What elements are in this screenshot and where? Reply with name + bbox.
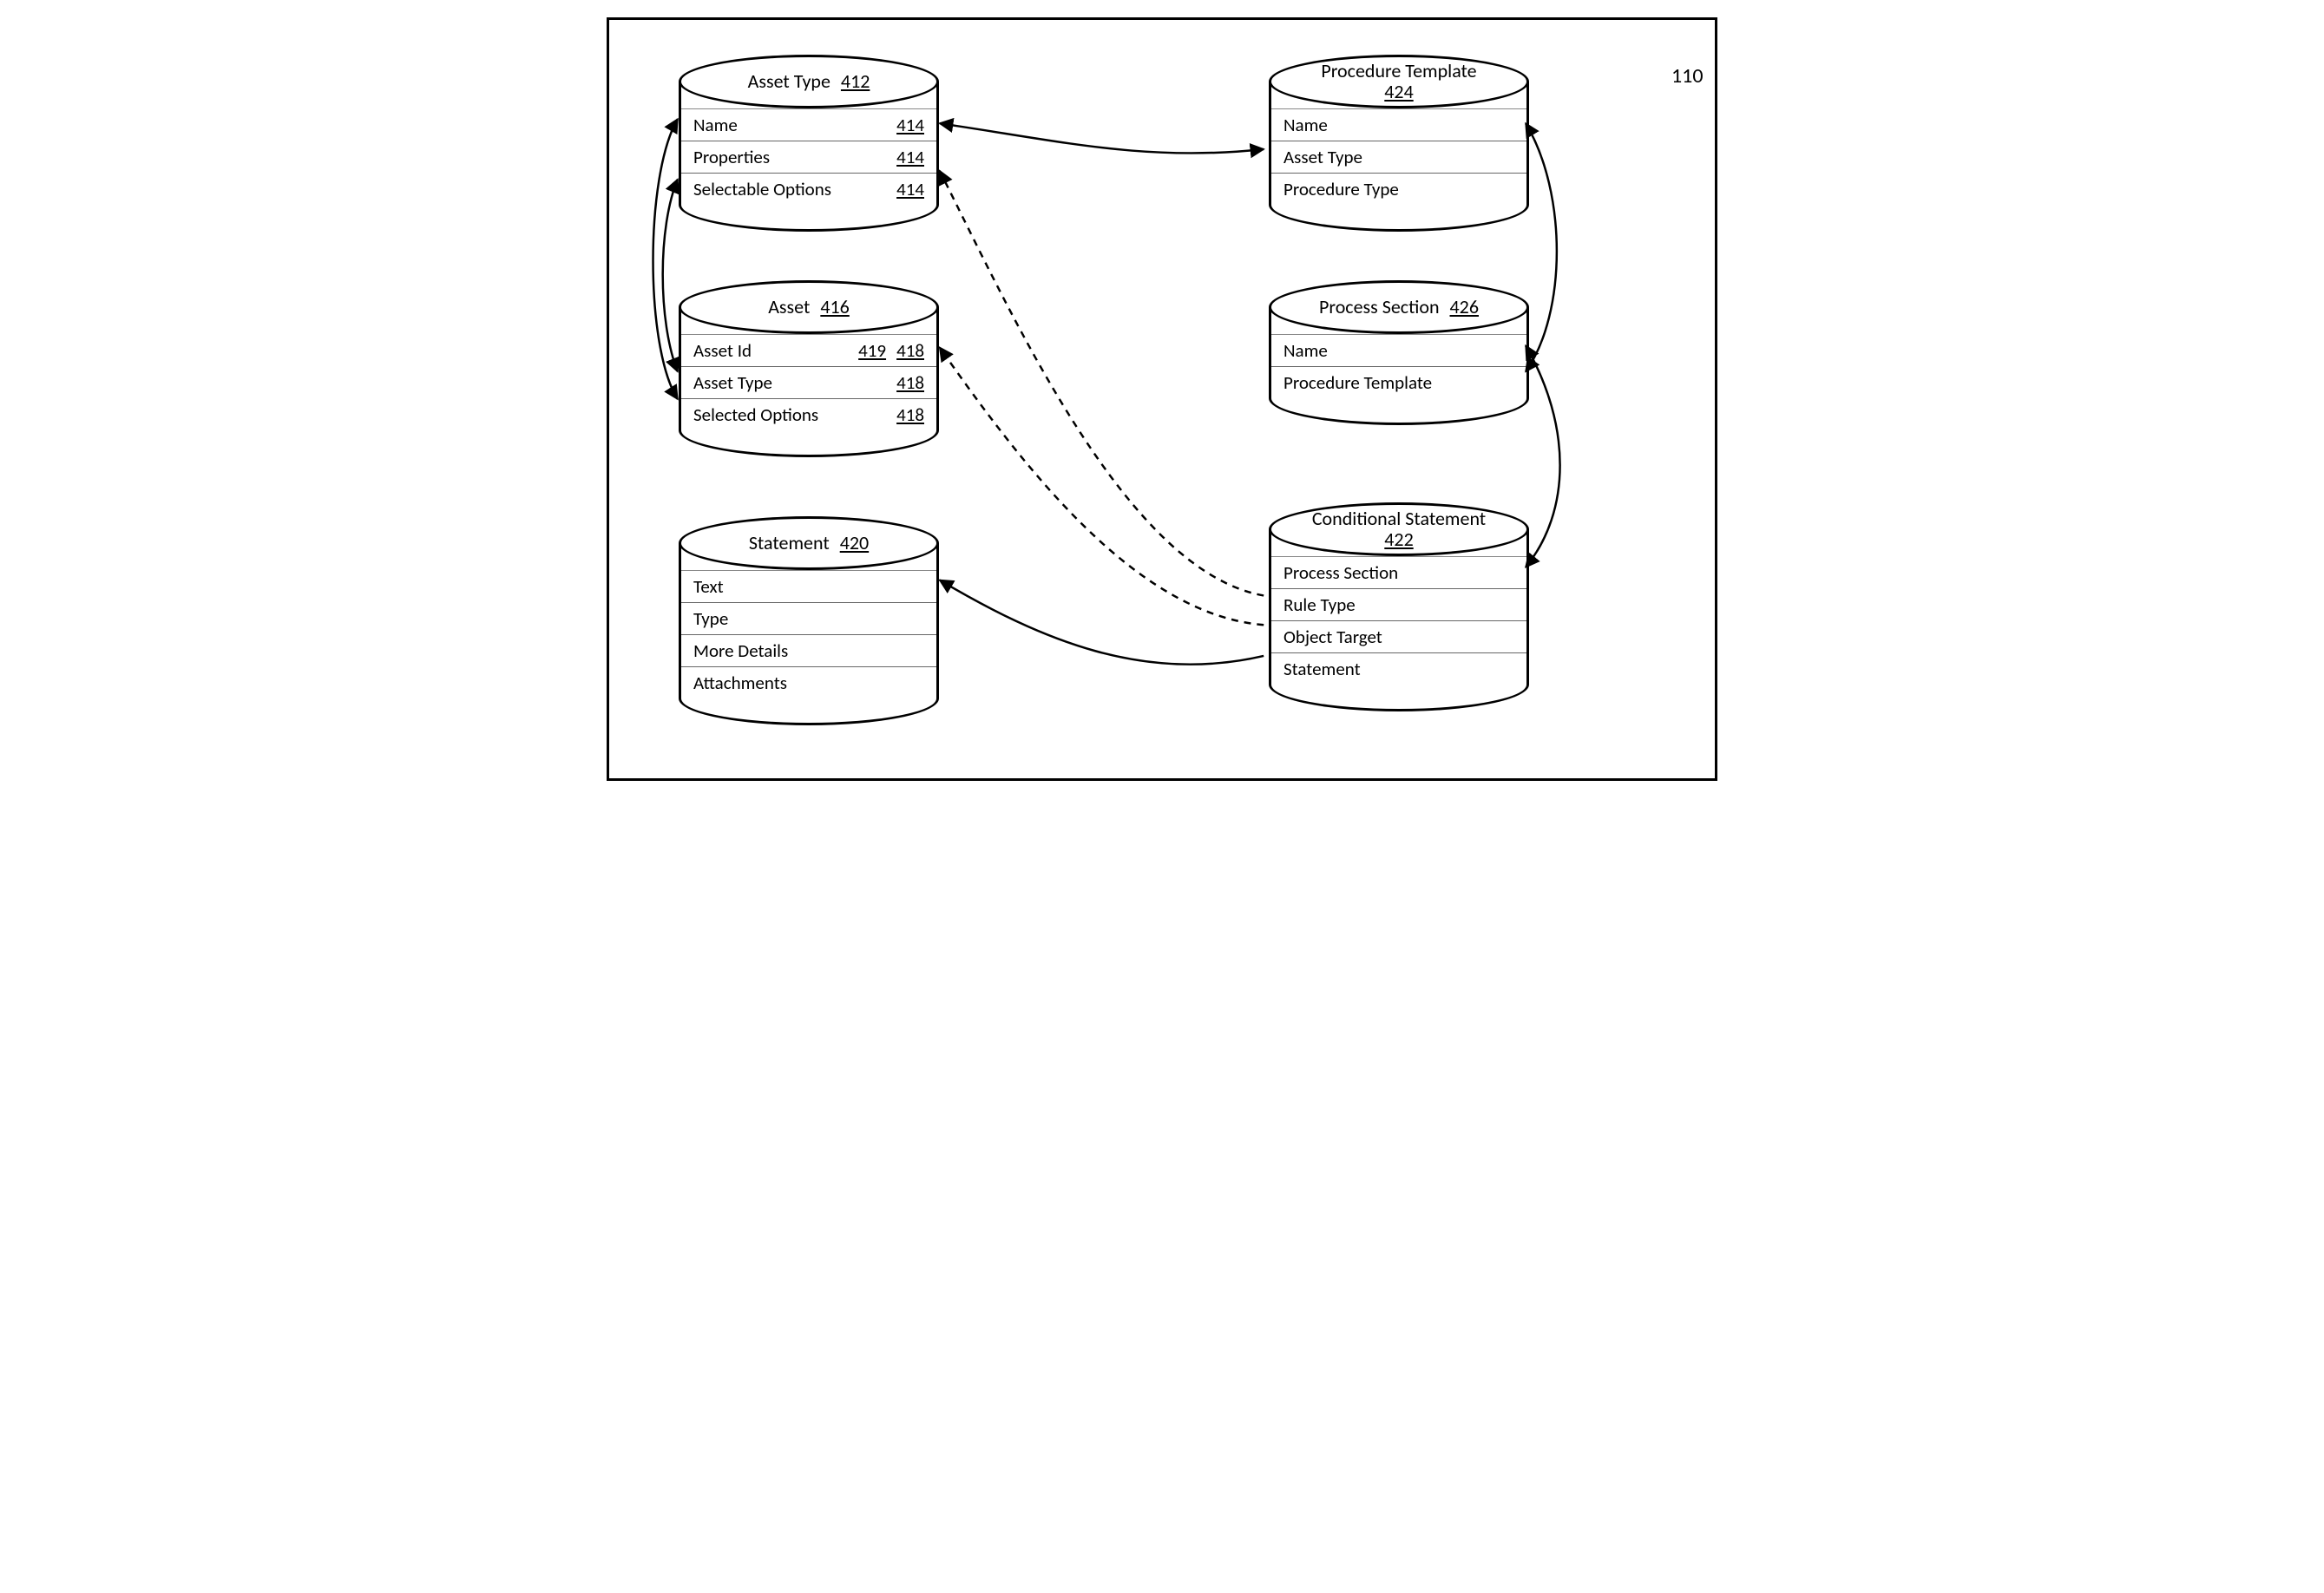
row-ref: 414 xyxy=(896,146,924,168)
entity-title: Conditional Statement xyxy=(1312,508,1486,529)
entity-ref: 422 xyxy=(1384,529,1413,550)
row-ref: 414 xyxy=(896,178,924,200)
entity-statement: Statement 420 Text Type More Details Att… xyxy=(679,516,939,725)
row-label: Asset Type xyxy=(693,371,886,394)
entity-title: Asset Type xyxy=(748,71,830,92)
connector-procsection-condstmt xyxy=(1526,345,1559,567)
row-label: Procedure Type xyxy=(1283,178,1514,200)
row-label: Selected Options xyxy=(693,403,886,426)
connector-assettype-asset-1 xyxy=(653,119,678,399)
connector-proctemplate-procsection xyxy=(1526,123,1557,371)
entity-row: More Details xyxy=(681,634,936,666)
entity-row: Name 414 xyxy=(681,108,936,141)
row-label: Attachments xyxy=(693,672,924,694)
entity-procedure-template: Procedure Template 424 Name Asset Type P… xyxy=(1269,55,1529,232)
entity-row: Asset Type 418 xyxy=(681,366,936,398)
entity-row: Selected Options 418 xyxy=(681,398,936,430)
entity-row: Attachments xyxy=(681,666,936,698)
entity-conditional-statement: Conditional Statement 422 Process Sectio… xyxy=(1269,502,1529,711)
entity-row: Statement xyxy=(1271,652,1526,685)
entity-ref: 424 xyxy=(1384,82,1413,102)
row-ref: 419 xyxy=(858,339,886,362)
row-label: Selectable Options xyxy=(693,178,886,200)
row-label: Statement xyxy=(1283,658,1514,680)
entity-header: Asset 416 xyxy=(679,280,939,334)
row-ref: 418 xyxy=(896,339,924,362)
row-label: Asset Id xyxy=(693,339,848,362)
row-label: Name xyxy=(693,114,886,136)
entity-header: Procedure Template 424 xyxy=(1269,55,1529,108)
entity-header: Conditional Statement 422 xyxy=(1269,502,1529,556)
row-label: Process Section xyxy=(1283,561,1514,584)
row-ref: 418 xyxy=(896,371,924,394)
row-label: Name xyxy=(1283,339,1514,362)
entity-ref: 426 xyxy=(1450,297,1479,318)
entity-row: Type xyxy=(681,602,936,634)
entity-row: Name xyxy=(1271,108,1526,141)
connector-assettype-proctemplate xyxy=(940,123,1264,153)
connector-condstmt-assettype-dashed xyxy=(940,171,1264,596)
row-label: Object Target xyxy=(1283,626,1514,648)
entity-ref: 412 xyxy=(841,71,870,92)
row-label: Text xyxy=(693,575,924,598)
connector-assettype-asset-2 xyxy=(663,180,678,371)
entity-title: Statement xyxy=(749,533,830,554)
row-label: Rule Type xyxy=(1283,593,1514,616)
row-label: Name xyxy=(1283,114,1514,136)
entity-asset-type: Asset Type 412 Name 414 Properties 414 S… xyxy=(679,55,939,232)
frame-ref-label: 110 xyxy=(1671,63,1704,88)
entity-row: Selectable Options 414 xyxy=(681,173,936,205)
entity-row: Procedure Template xyxy=(1271,366,1526,398)
entity-title: Asset xyxy=(768,297,810,318)
row-label: Asset Type xyxy=(1283,146,1514,168)
entity-row: Procedure Type xyxy=(1271,173,1526,205)
connector-condstmt-asset-dashed xyxy=(940,347,1264,625)
entity-header: Asset Type 412 xyxy=(679,55,939,108)
entity-row: Object Target xyxy=(1271,620,1526,652)
entity-row: Rule Type xyxy=(1271,588,1526,620)
entity-asset: Asset 416 Asset Id 419 418 Asset Type 41… xyxy=(679,280,939,457)
entity-row: Process Section xyxy=(1271,556,1526,588)
entity-ref: 416 xyxy=(820,297,849,318)
entity-row: Asset Id 419 418 xyxy=(681,334,936,366)
diagram-frame: 110 Asset Type 412 Name 414 Properties 4… xyxy=(607,17,1717,781)
row-label: Type xyxy=(693,607,924,630)
entity-row: Asset Type xyxy=(1271,141,1526,173)
entity-row: Name xyxy=(1271,334,1526,366)
entity-row: Properties 414 xyxy=(681,141,936,173)
connector-condstmt-statement xyxy=(940,580,1264,665)
entity-process-section: Process Section 426 Name Procedure Templ… xyxy=(1269,280,1529,425)
entity-header: Process Section 426 xyxy=(1269,280,1529,334)
row-label: Procedure Template xyxy=(1283,371,1514,394)
row-ref: 414 xyxy=(896,114,924,136)
row-ref: 418 xyxy=(896,403,924,426)
entity-header: Statement 420 xyxy=(679,516,939,570)
entity-row: Text xyxy=(681,570,936,602)
entity-title: Process Section xyxy=(1319,297,1440,318)
row-label: Properties xyxy=(693,146,886,168)
entity-title: Procedure Template xyxy=(1321,61,1476,82)
entity-ref: 420 xyxy=(840,533,869,554)
row-label: More Details xyxy=(693,639,924,662)
